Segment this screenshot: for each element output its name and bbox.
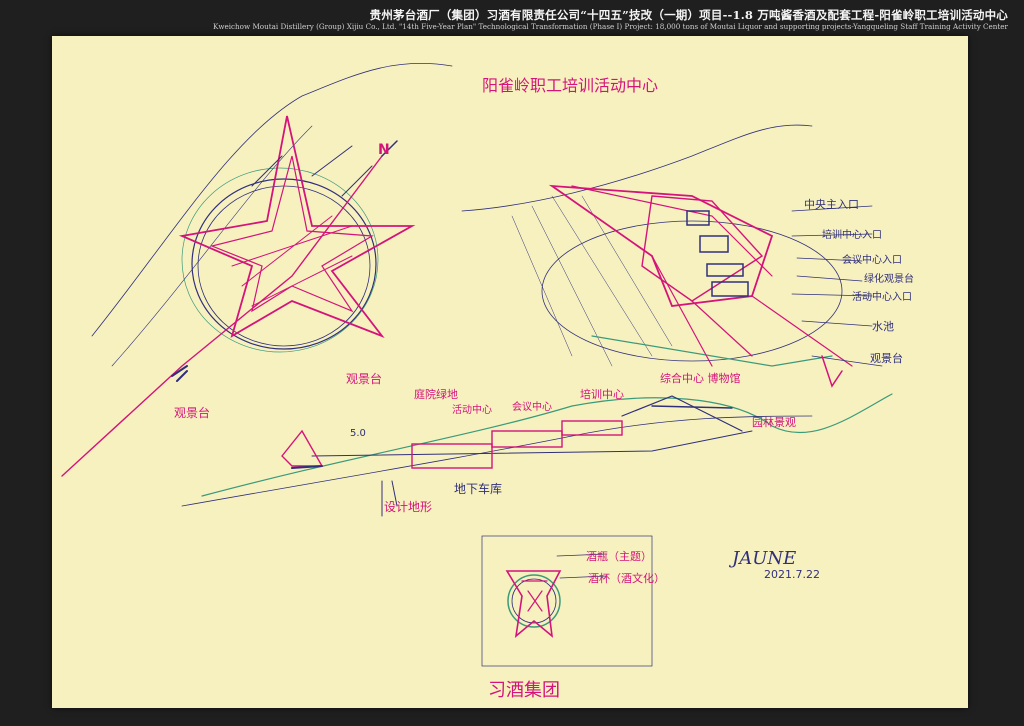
section-label-viewpoint: 观景台 — [346, 372, 383, 386]
section-label-parking: 地下车库 — [454, 482, 503, 496]
plan-label-terrace: 绿化观景台 — [864, 274, 914, 285]
section-label-entrance-top: 活动中心 — [452, 405, 492, 416]
sketch-main-title: 阳雀岭职工培训活动中心 — [482, 76, 659, 95]
sketch-date: 2021.7.22 — [764, 568, 820, 581]
section-label-center: 培训中心 — [580, 388, 624, 401]
plan-label-activity-entrance: 活动中心入口 — [852, 292, 912, 303]
logo-caption: 习酒集团 — [488, 680, 560, 701]
plan-label-main-entrance: 中央主入口 — [804, 198, 859, 211]
north-marker: N — [378, 142, 390, 158]
sketch-paper: 阳雀岭职工培训活动中心 N 中央主入口 培训中心入口 会议中心入口 绿化观景台 … — [52, 36, 968, 708]
logo-label-bottle: 酒瓶（主题） — [586, 550, 652, 563]
plan-label-admin-entrance: 会议中心入口 — [842, 255, 902, 266]
site-plan-sketch — [61, 63, 453, 477]
site-plan-label: 观景台 — [174, 406, 211, 420]
section-label-courtyard: 庭院绿地 — [414, 388, 458, 401]
section-label-scenery: 园林景观 — [752, 416, 796, 429]
header-title-en: Kweichow Moutai Distillery (Group) Xijiu… — [212, 22, 1008, 31]
logo-label-cup: 酒杯（酒文化） — [588, 572, 665, 585]
plan-label-training-center: 培训中心入口 — [822, 230, 882, 241]
section-label-museum: 综合中心 博物馆 — [660, 372, 741, 385]
header-title-cn: 贵州茅台酒厂（集团）习酒有限责任公司“十四五”技改（一期）项目--1.8 万吨酱… — [369, 8, 1008, 22]
section-label-road: 5.0 — [350, 428, 366, 439]
header-bar: 贵州茅台酒厂（集团）习酒有限责任公司“十四五”技改（一期）项目--1.8 万吨酱… — [0, 0, 1024, 34]
section-label-water: 会议中心 — [512, 402, 552, 413]
signature: JAUNE — [732, 548, 797, 569]
plan-label-pool: 水池 — [872, 320, 894, 333]
section-label-slope: 设计地形 — [384, 500, 433, 514]
building-perspective-sketch — [461, 124, 883, 388]
plan-label-viewing-platform: 观景台 — [870, 352, 903, 365]
sketch-drawing — [61, 63, 893, 667]
